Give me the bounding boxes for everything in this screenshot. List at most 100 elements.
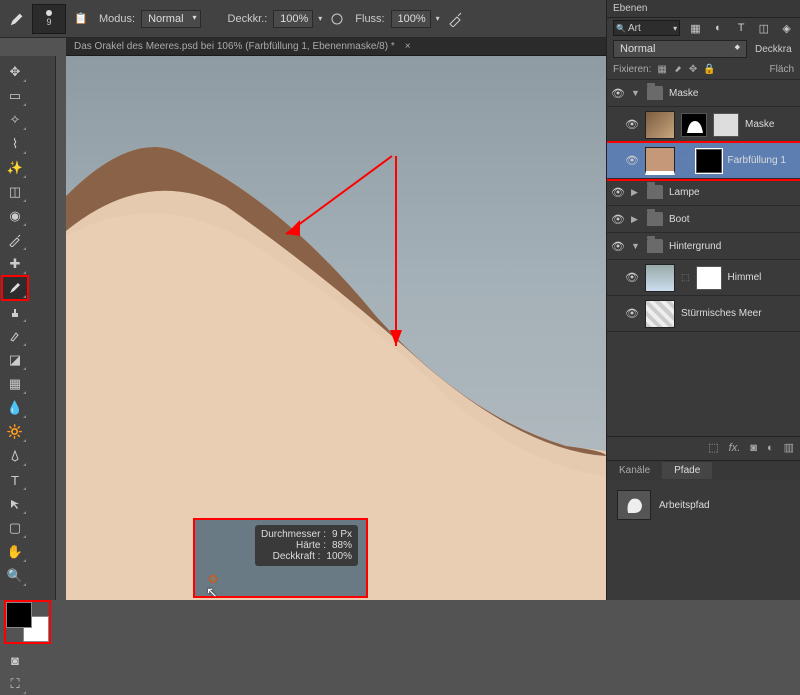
fx-icon[interactable]: fx.: [729, 442, 741, 454]
visibility-icon[interactable]: 👁: [625, 307, 639, 320]
layer-himmel[interactable]: 👁 ⬚ Himmel: [607, 260, 800, 296]
visibility-icon[interactable]: 👁: [611, 186, 625, 199]
path-thumb[interactable]: [617, 490, 651, 520]
adjustment-icon[interactable]: ◐: [767, 442, 774, 454]
quickmask-icon[interactable]: ◙: [3, 649, 27, 671]
history-brush-tool[interactable]: [3, 325, 27, 347]
lasso-tool[interactable]: ⌇: [3, 133, 27, 155]
screenmode-icon[interactable]: ⛶: [3, 673, 27, 695]
filter-image-icon[interactable]: ▦: [688, 20, 703, 36]
lock-pixels-icon[interactable]: ▦: [657, 64, 666, 75]
document-tab[interactable]: Das Orakel des Meeres.psd bei 106% (Farb…: [74, 41, 395, 52]
foreground-color-swatch[interactable]: [6, 602, 32, 628]
link-layers-icon[interactable]: ⬚: [708, 441, 718, 454]
stamp-tool[interactable]: [3, 301, 27, 323]
disclosure-icon[interactable]: ▶: [631, 187, 641, 198]
filter-adjust-icon[interactable]: ◐: [711, 20, 726, 36]
filter-type-icon[interactable]: T: [734, 20, 749, 36]
flow-label: Fluss:: [355, 13, 384, 25]
filter-shape-icon[interactable]: ◫: [756, 20, 771, 36]
lock-all-icon[interactable]: 🔒: [703, 64, 715, 75]
filter-smart-icon[interactable]: ◈: [779, 20, 794, 36]
layers-footer: ⬚ fx. ◙ ◐ ▥: [607, 436, 800, 458]
path-arbeitspfad[interactable]: Arbeitspfad: [613, 486, 794, 524]
layer-mask-thumb[interactable]: [696, 266, 722, 290]
layer-maske[interactable]: 👁 Maske: [607, 107, 800, 143]
mode-label: Modus:: [99, 13, 135, 25]
layer-thumb[interactable]: [645, 264, 675, 292]
brush-tool-icon: [5, 6, 29, 32]
lock-label: Fixieren:: [613, 64, 651, 75]
layer-group-boot[interactable]: 👁 ▶ Boot: [607, 206, 800, 233]
eyedropper-tool[interactable]: [3, 229, 27, 251]
airbrush-icon[interactable]: [443, 6, 467, 32]
visibility-icon[interactable]: 👁: [611, 87, 625, 100]
blur-tool[interactable]: 💧: [3, 397, 27, 419]
layer-filter-search[interactable]: Art: [613, 20, 680, 36]
link-icon[interactable]: ⬚: [681, 272, 690, 283]
layers-panel: Ebenen Art ▦ ◐ T ◫ ◈ Normal Deckkra Fixi…: [606, 0, 800, 600]
layer-farbfullung[interactable]: 👁 ⬚ Farbfüllung 1: [607, 143, 800, 179]
eraser-tool[interactable]: ◪: [3, 349, 27, 371]
shape-tool[interactable]: ▢: [3, 517, 27, 539]
layer-thumb[interactable]: [645, 111, 675, 139]
visibility-icon[interactable]: 👁: [611, 240, 625, 253]
folder-icon: [647, 185, 663, 199]
tool-palette: ✥ ▭ ✧ ⌇ ✨ ◫ ◉ ✚ ◪ ▦ 💧 🔆 T ▢ ✋ 🔍 ◙ ⛶: [0, 56, 56, 600]
brush-tool[interactable]: [3, 277, 27, 299]
layer-meer[interactable]: 👁 Stürmisches Meer: [607, 296, 800, 332]
heal-tool[interactable]: ✚: [3, 253, 27, 275]
layers-tab[interactable]: Ebenen: [613, 3, 647, 14]
folder-icon: [647, 239, 663, 253]
disclosure-icon[interactable]: ▶: [631, 214, 641, 225]
path-select-tool[interactable]: [3, 493, 27, 515]
opacity-field[interactable]: 100%: [273, 10, 313, 28]
layer-mask-thumb[interactable]: [681, 113, 707, 137]
layers-list: 👁 ▼ Maske 👁 Maske 👁 ⬚ Farbfüllung 1 👁 ▶ …: [607, 80, 800, 420]
zoom-tool[interactable]: 🔍: [3, 565, 27, 587]
layer-group-maske[interactable]: 👁 ▼ Maske: [607, 80, 800, 107]
group-icon[interactable]: ▥: [784, 441, 794, 454]
layer-mask-thumb-2[interactable]: [713, 113, 739, 137]
marquee-tool[interactable]: ▭: [3, 85, 27, 107]
tab-pfade[interactable]: Pfade: [662, 462, 712, 479]
disclosure-icon[interactable]: ▼: [631, 88, 641, 98]
tab-kanale[interactable]: Kanäle: [607, 462, 662, 479]
document-canvas[interactable]: Durchmesser :9 Px Härte :88% Deckkraft :…: [66, 56, 606, 600]
visibility-icon[interactable]: 👁: [625, 271, 639, 284]
visibility-icon[interactable]: 👁: [611, 213, 625, 226]
lock-paint-icon[interactable]: [673, 63, 683, 76]
wand-tool[interactable]: ✨: [3, 157, 27, 179]
layer-blend-dropdown[interactable]: Normal: [613, 40, 747, 58]
layer-group-hintergrund[interactable]: 👁 ▼ Hintergrund: [607, 233, 800, 260]
link-icon[interactable]: ⬚: [681, 155, 690, 166]
move-tool[interactable]: ✥: [3, 61, 27, 83]
folder-icon: [647, 86, 663, 100]
hand-tool[interactable]: ✋: [3, 541, 27, 563]
frame-tool[interactable]: ◉: [3, 205, 27, 227]
color-swatches[interactable]: [6, 602, 49, 642]
brush-panel-icon[interactable]: 📋: [69, 6, 93, 32]
disclosure-icon[interactable]: ▼: [631, 241, 641, 251]
layer-mask-thumb[interactable]: [696, 149, 722, 173]
blend-mode-dropdown[interactable]: Normal: [141, 10, 200, 28]
dodge-tool[interactable]: 🔆: [3, 421, 27, 443]
pressure-opacity-icon[interactable]: [325, 6, 349, 32]
visibility-icon[interactable]: 👁: [625, 154, 639, 167]
crop-tool[interactable]: ◫: [3, 181, 27, 203]
flow-field[interactable]: 100%: [391, 10, 431, 28]
layer-group-lampe[interactable]: 👁 ▶ Lampe: [607, 179, 800, 206]
mask-icon[interactable]: ◙: [750, 442, 757, 454]
type-tool[interactable]: T: [3, 469, 27, 491]
artboard-tool[interactable]: ✧: [3, 109, 27, 131]
brush-cursor-preview: [209, 575, 217, 583]
paths-panel-tabs: Kanäle Pfade: [607, 460, 800, 480]
lock-position-icon[interactable]: ✥: [689, 64, 697, 75]
gradient-tool[interactable]: ▦: [3, 373, 27, 395]
close-tab-icon[interactable]: ×: [405, 41, 411, 52]
pen-tool[interactable]: [3, 445, 27, 467]
fill-layer-thumb[interactable]: [645, 147, 675, 175]
visibility-icon[interactable]: 👁: [625, 118, 639, 131]
layer-thumb[interactable]: [645, 300, 675, 328]
brush-preset-picker[interactable]: 9: [32, 4, 66, 34]
